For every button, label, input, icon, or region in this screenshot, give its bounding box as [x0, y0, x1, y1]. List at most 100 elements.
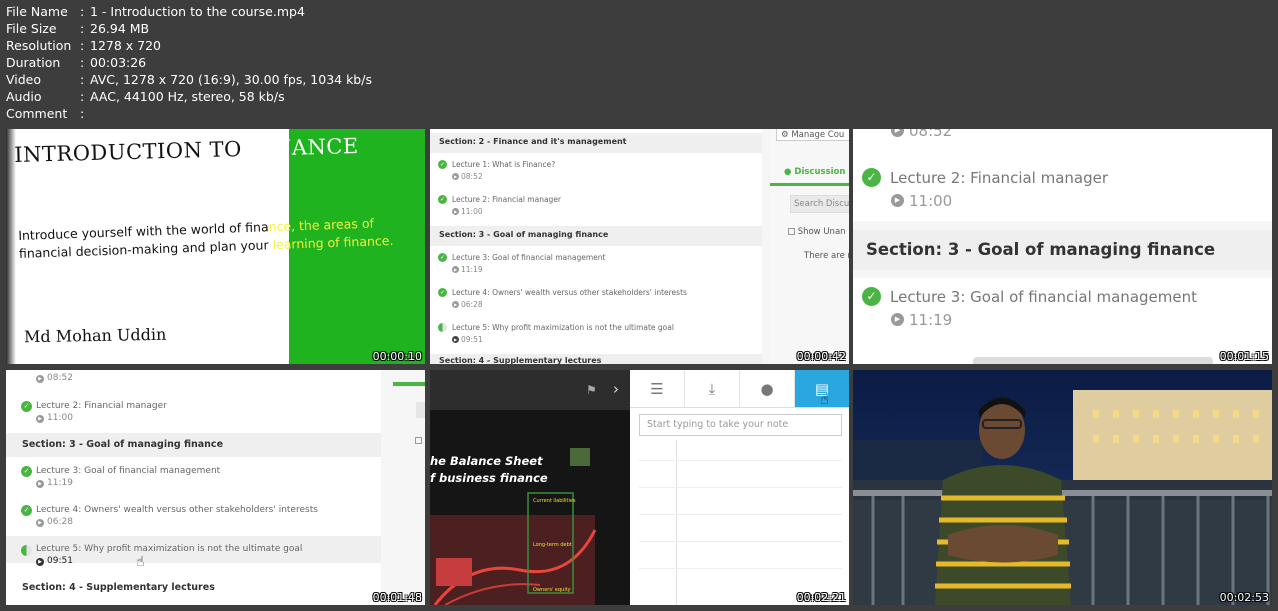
lecture-duration: 11:00 [909, 192, 953, 210]
check-icon: ✓ [862, 287, 881, 306]
list-icon: ☰ [650, 379, 664, 398]
thumbnail-curriculum: Section: 2 - Finance and it's management… [430, 129, 849, 364]
hand-cursor-icon: ☝ [136, 554, 145, 570]
timestamp: 00:02:21 [796, 591, 846, 604]
lecture-duration: 06:28 [461, 300, 483, 309]
section-header: Section: 3 - Goal of managing finance [853, 230, 1272, 270]
video-label: Current liabilities [533, 498, 576, 504]
lecture-title[interactable]: Lecture 5: Why profit maximization is no… [36, 544, 302, 554]
meta-row-video: Video: AVC, 1278 x 720 (16:9), 30.00 fps,… [6, 72, 372, 87]
thumbnail-title-slide: INTRODUCTION TO FINANCE Introduce yourse… [6, 129, 425, 364]
notes-tabs: ☰ ⤓ ● ▤ [630, 370, 849, 408]
search-discussions-input[interactable]: Search Discu [790, 195, 849, 213]
chat-icon: ● [760, 379, 774, 398]
check-icon: ✓ [21, 466, 32, 477]
timestamp: 00:00:42 [796, 350, 846, 363]
lecture-duration: 11:00 [461, 207, 483, 216]
section-header: Section: 3 - Goal of managing finance [430, 226, 762, 246]
thumbnail-presenter-photo: 00:02:53 [853, 370, 1272, 605]
chevron-right-icon[interactable]: › [613, 380, 619, 398]
meta-row-audio: Audio: AAC, 44100 Hz, stereo, 58 kb/s [6, 89, 285, 104]
play-icon: ▶ [452, 266, 459, 273]
thumbnail-video-player: ⚑ › he Balance Sheet f business finance … [430, 370, 849, 605]
check-icon: ✓ [438, 195, 447, 204]
video-content [430, 410, 630, 605]
progress-half-icon [438, 323, 447, 332]
lecture-duration: 08:52 [461, 172, 483, 181]
meta-row-file-name: File Name:1 - Introduction to the course… [6, 4, 305, 19]
hand-cursor-icon: ☝ [820, 390, 830, 408]
lecture-duration: 11:19 [47, 478, 73, 488]
lecture-title[interactable]: Lecture 5: Why profit maximization is no… [452, 323, 674, 332]
check-icon: ✓ [438, 288, 447, 297]
play-icon: ▶ [36, 375, 44, 383]
meta-row-comment: Comment: [6, 106, 85, 121]
lecture-title[interactable]: Lecture 3: Goal of financial management [452, 253, 606, 262]
meta-value: AVC, 1278 x 720 (16:9), 30.00 fps, 1034 … [90, 72, 372, 87]
check-icon: ✓ [438, 253, 447, 262]
show-unanswered-checkbox[interactable]: Show Unan [788, 227, 846, 237]
note-input[interactable]: Start typing to take your note [639, 414, 842, 436]
notes-panel: ☰ ⤓ ● ▤ ☝ Start typing to take your note [630, 370, 849, 605]
section-header: Section: 3 - Goal of managing finance [6, 433, 381, 457]
discussion-sidebar: ⚙ Manage Cou ● Discussion Search Discu S… [770, 129, 849, 364]
thumbnail-curriculum-zoomed: ▶ 08:52 ✓ Lecture 2: Financial manager ▶… [853, 129, 1272, 364]
progress-half-icon [21, 545, 32, 556]
timestamp: 00:01:15 [1219, 350, 1269, 363]
section-header: Section: 4 - Supplementary lectures [430, 354, 762, 364]
play-icon: ▶ [452, 301, 459, 308]
lecture-title[interactable]: Lecture 1: What is Finance? [452, 160, 555, 169]
meta-value: 26.94 MB [90, 21, 150, 36]
manage-course-button[interactable]: ⚙ Manage Cou [776, 129, 849, 141]
lecture-title[interactable]: Lecture 2: Financial manager [890, 169, 1108, 187]
timestamp: 00:01:48 [372, 591, 422, 604]
video-title-line2: f business finance [430, 471, 548, 485]
tab-discussions[interactable]: ● Discussion [770, 167, 845, 177]
video-label: Owners' equity [533, 587, 571, 593]
lecture-duration: 09:51 [47, 556, 73, 566]
lecture-duration: 06:28 [47, 517, 73, 527]
lecture-duration: 09:51 [461, 335, 483, 344]
empty-state-text: There are r [804, 251, 849, 261]
file-metadata: File Name:1 - Introduction to the course… [6, 3, 372, 122]
check-icon: ✓ [21, 401, 32, 412]
meta-value: AAC, 44100 Hz, stereo, 58 kb/s [90, 89, 285, 104]
flag-icon[interactable]: ⚑ [586, 383, 597, 397]
meta-value: 1278 x 720 [90, 38, 162, 53]
play-icon: ▶ [891, 313, 904, 326]
section-header: Section: 2 - Finance and it's management [430, 133, 762, 153]
lecture-title[interactable]: Lecture 2: Financial manager [452, 195, 561, 204]
timestamp: 00:00:10 [372, 350, 422, 363]
meta-row-file-size: File Size:26.94 MB [6, 21, 150, 36]
gear-icon: ⚙ [781, 130, 789, 140]
lecture-title[interactable]: Lecture 3: Goal of financial management [890, 288, 1197, 306]
lecture-duration: 11:19 [461, 265, 483, 274]
lecture-duration: 11:00 [47, 413, 73, 423]
lecture-title[interactable]: Lecture 4: Owners' wealth versus other s… [452, 288, 687, 297]
meta-row-duration: Duration:00:03:26 [6, 55, 147, 70]
video-label: Long-term debt [533, 542, 572, 548]
lecture-title[interactable]: Lecture 4: Owners' wealth versus other s… [36, 505, 318, 515]
lecture-duration: 08:52 [47, 373, 73, 383]
presenter-photo [853, 370, 1272, 605]
check-icon: ✓ [862, 168, 881, 187]
chat-icon: ● [784, 167, 792, 177]
lecture-title[interactable]: Lecture 3: Goal of financial management [36, 466, 220, 476]
play-icon: ▶ [452, 173, 459, 180]
meta-value: 00:03:26 [90, 55, 147, 70]
play-icon: ▶ [452, 208, 459, 215]
check-icon: ✓ [21, 505, 32, 516]
lecture-title[interactable]: Lecture 2: Financial manager [36, 401, 167, 411]
tab-downloads[interactable]: ⤓ [685, 370, 740, 407]
thumbnail-curriculum-medium: ▶ 08:52 ✓ Lecture 2: Financial manager ▶… [6, 370, 425, 605]
meta-value: 1 - Introduction to the course.mp4 [90, 4, 305, 19]
slide-author: Md Mohan Uddin [23, 324, 167, 347]
play-icon: ▶ [36, 558, 44, 566]
play-icon: ▶ [36, 415, 44, 423]
play-icon: ▶ [36, 519, 44, 527]
tab-discussions[interactable]: ● [740, 370, 795, 407]
play-icon: ▶ [452, 336, 459, 343]
player-topbar: ⚑ › [430, 370, 630, 410]
tab-curriculum[interactable]: ☰ [630, 370, 685, 407]
video-title-line1: he Balance Sheet [430, 454, 543, 468]
